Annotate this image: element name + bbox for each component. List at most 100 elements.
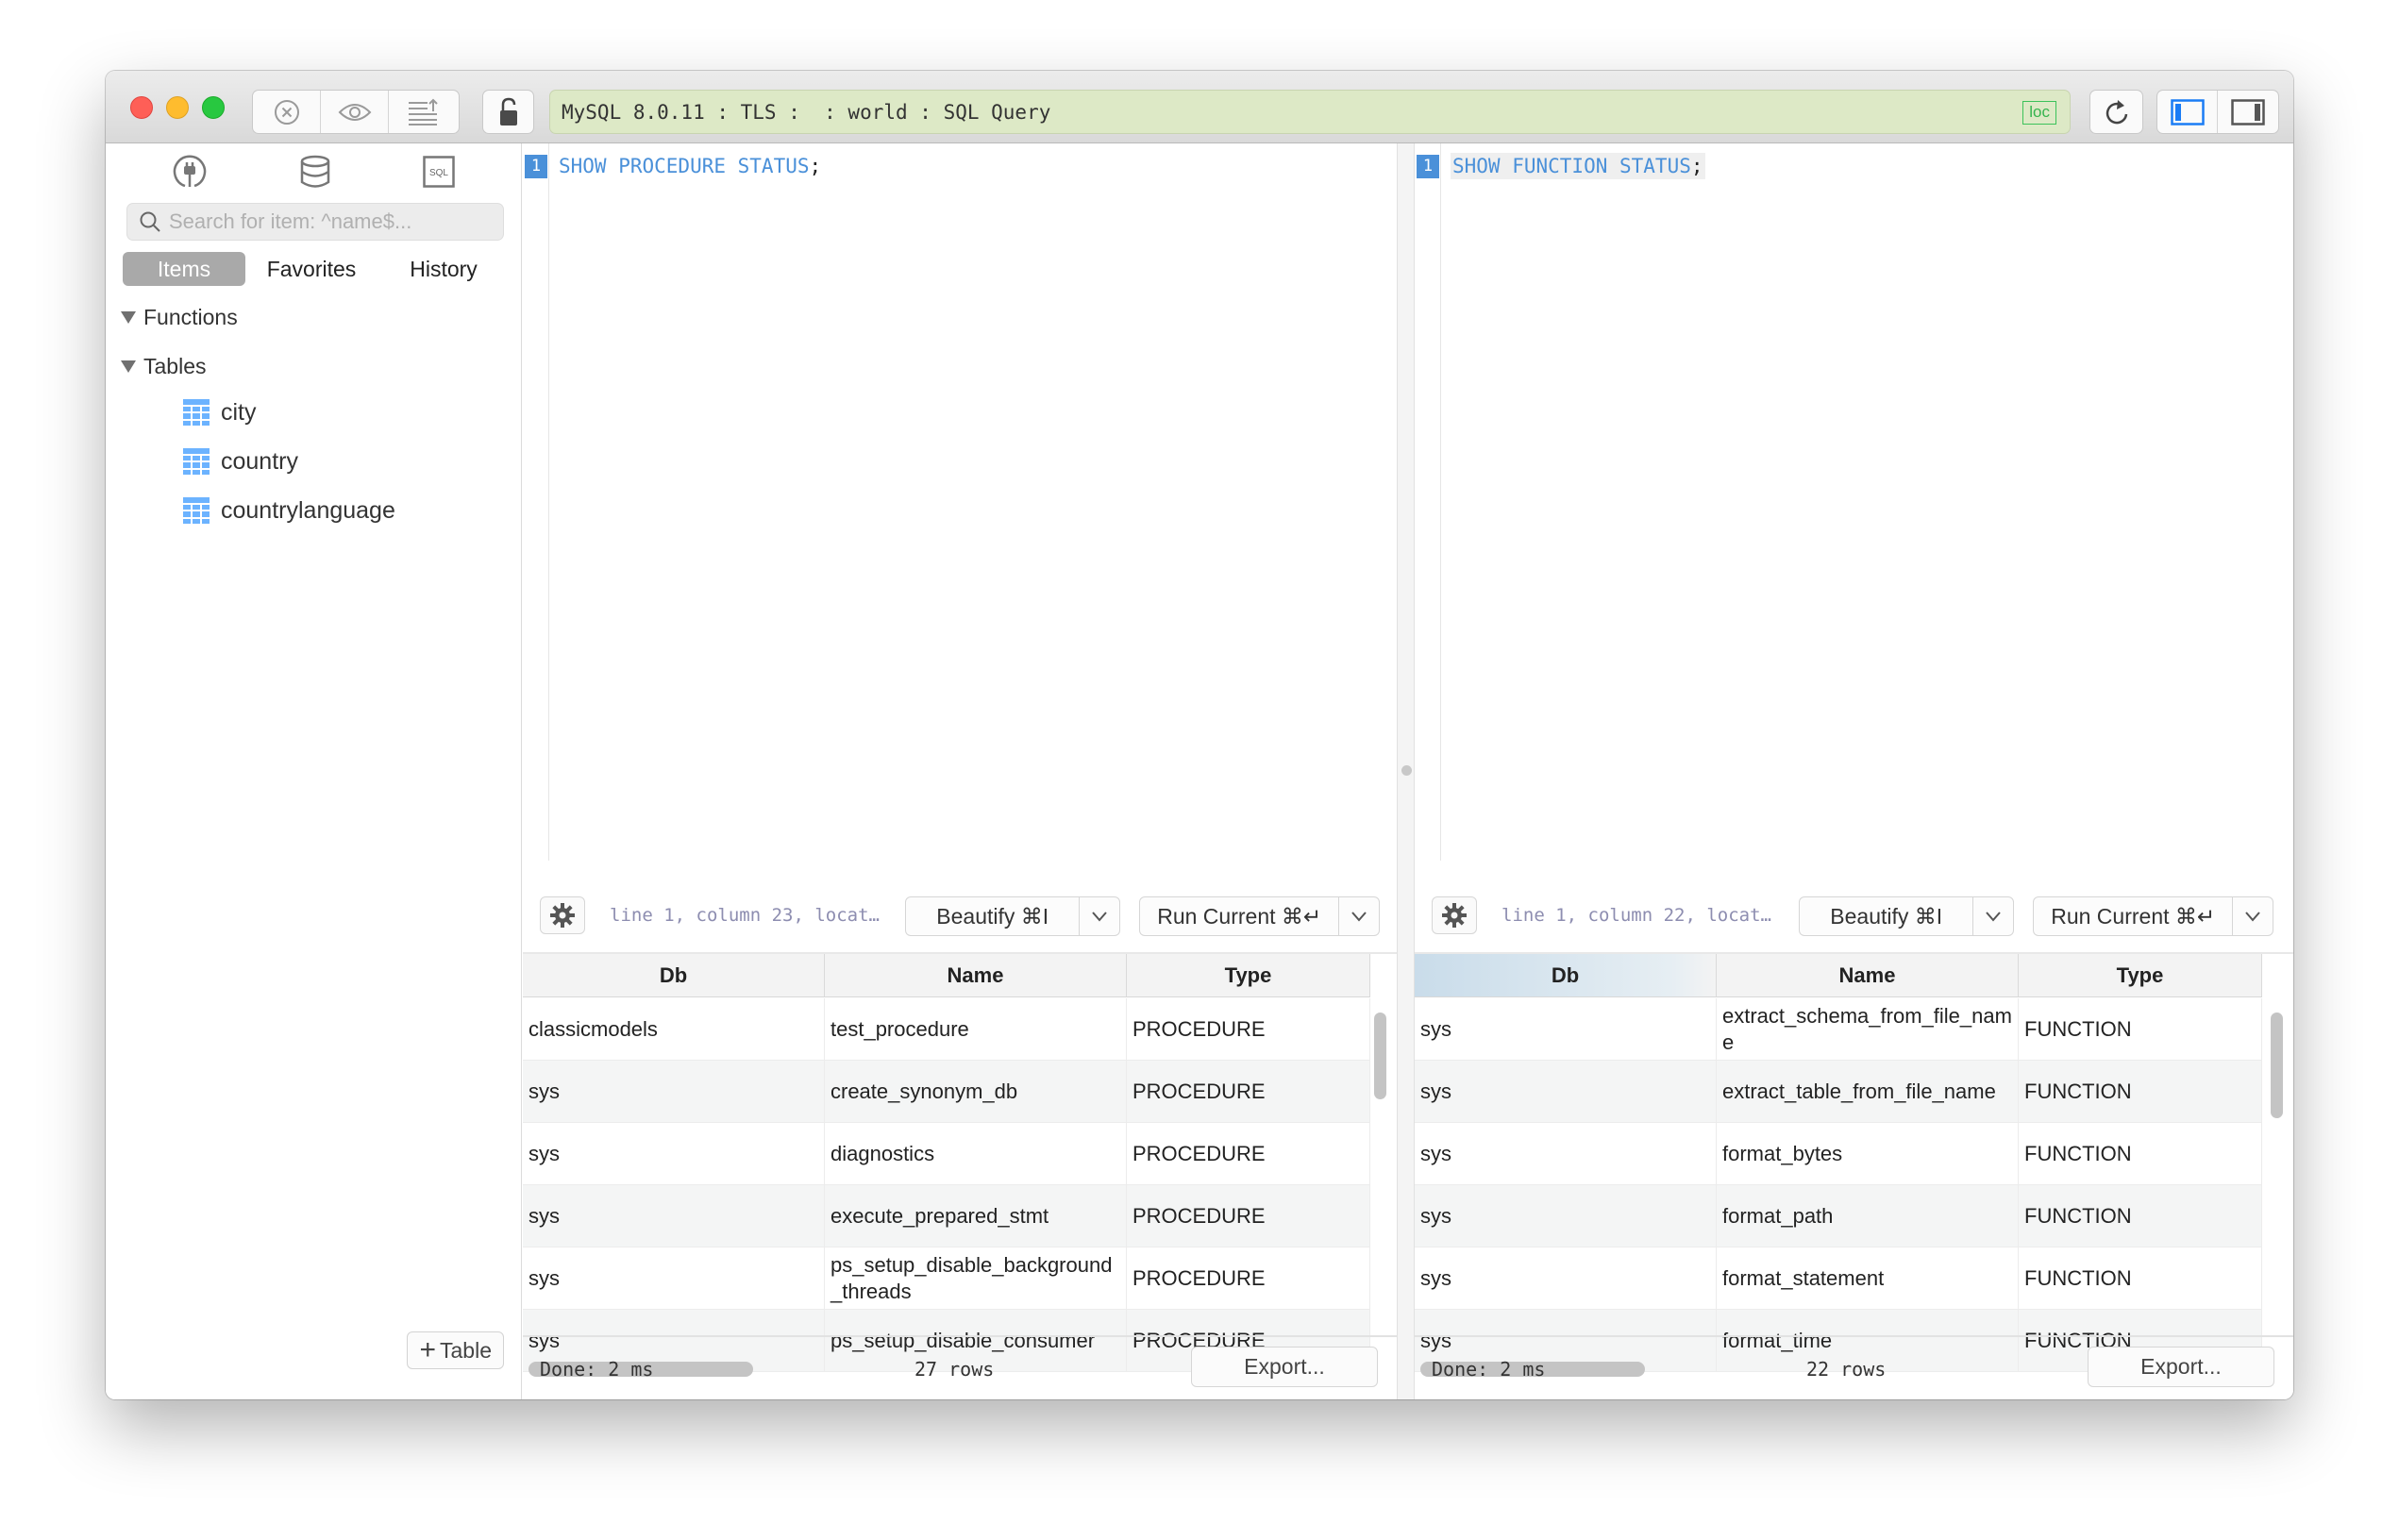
cell-name[interactable]: diagnostics (825, 1123, 1127, 1184)
pane-splitter[interactable] (1397, 143, 1415, 1399)
table-item-countrylanguage[interactable]: countrylanguage (183, 494, 395, 527)
cell-name[interactable]: execute_prepared_stmt (825, 1185, 1127, 1247)
cell-type[interactable]: FUNCTION (2019, 1247, 2262, 1309)
table-row[interactable]: sys extract_schema_from_file_name FUNCTION (1415, 998, 2262, 1061)
run-current-button[interactable]: Run Current ⌘↵ (1140, 897, 1340, 935)
run-dropdown[interactable] (1339, 897, 1379, 935)
table-row[interactable]: sys format_bytes FUNCTION (1415, 1123, 2262, 1185)
sql-code[interactable]: SHOW FUNCTION STATUS; (1451, 153, 1705, 179)
cell-name[interactable]: format_bytes (1717, 1123, 2019, 1184)
maximize-window-button[interactable] (202, 96, 225, 119)
cell-db[interactable]: sys (1415, 1247, 1717, 1309)
sql-code[interactable]: SHOW PROCEDURE STATUS; (559, 153, 821, 179)
splitter-handle[interactable] (1401, 765, 1412, 776)
tab-items[interactable]: Items (123, 252, 245, 286)
beautify-button[interactable]: Beautify ⌘I (1800, 897, 1974, 935)
cell-db[interactable]: sys (1415, 1123, 1717, 1184)
cell-db[interactable]: sys (523, 1061, 825, 1122)
close-window-button[interactable] (130, 96, 153, 119)
table-row[interactable]: classicmodels test_procedure PROCEDURE (523, 998, 1370, 1061)
tab-history[interactable]: History (377, 252, 510, 286)
database-button[interactable] (296, 153, 334, 191)
disclosure-triangle-icon (121, 360, 136, 373)
vertical-scrollbar[interactable] (2271, 1013, 2283, 1118)
tree-section-tables[interactable]: Tables (121, 354, 206, 379)
editor-settings-button[interactable] (1432, 896, 1477, 934)
cell-name[interactable]: extract_table_from_file_name (1717, 1061, 2019, 1122)
table-row[interactable]: sys format_path FUNCTION (1415, 1185, 2262, 1247)
cell-db[interactable]: sys (523, 1185, 825, 1247)
cell-db[interactable]: classicmodels (523, 998, 825, 1060)
cell-name[interactable]: format_path (1717, 1185, 2019, 1247)
cell-name[interactable]: extract_schema_from_file_name (1717, 998, 2019, 1060)
run-current-button[interactable]: Run Current ⌘↵ (2034, 897, 2234, 935)
minimize-window-button[interactable] (166, 96, 189, 119)
table-row[interactable]: sys execute_prepared_stmt PROCEDURE (523, 1185, 1370, 1247)
table-row[interactable]: sys extract_table_from_file_name FUNCTION (1415, 1061, 2262, 1123)
preview-button[interactable] (321, 91, 389, 133)
export-button[interactable]: Export... (2088, 1347, 2274, 1387)
connection-button[interactable] (171, 153, 209, 191)
search-icon (140, 211, 160, 232)
cell-type[interactable]: FUNCTION (2019, 1185, 2262, 1247)
cell-name[interactable]: test_procedure (825, 998, 1127, 1060)
cell-type[interactable]: PROCEDURE (1127, 1185, 1370, 1247)
editor-settings-button[interactable] (540, 896, 585, 934)
toggle-right-panel-button[interactable] (2218, 91, 2278, 133)
cell-name[interactable]: ps_setup_disable_background_threads (825, 1247, 1127, 1309)
text-align-upload-icon (409, 98, 438, 126)
column-header-db[interactable]: Db (1415, 954, 1717, 996)
cell-type[interactable]: PROCEDURE (1127, 1247, 1370, 1309)
column-header-type[interactable]: Type (1127, 954, 1370, 996)
cell-db[interactable]: sys (1415, 1061, 1717, 1122)
cell-name[interactable]: create_synonym_db (825, 1061, 1127, 1122)
lock-button[interactable] (483, 91, 533, 133)
search-input[interactable] (169, 209, 490, 234)
sql-editor-right[interactable]: 1 SHOW FUNCTION STATUS; (1415, 143, 2293, 861)
cell-type[interactable]: PROCEDURE (1127, 1061, 1370, 1122)
unlocked-padlock-icon (499, 97, 517, 126)
grid-body: sys extract_schema_from_file_name FUNCTION… (1415, 998, 2262, 1372)
column-header-type[interactable]: Type (2019, 954, 2262, 996)
cell-db[interactable]: sys (523, 1123, 825, 1184)
sql-editor-left[interactable]: 1 SHOW PROCEDURE STATUS; (523, 143, 1397, 861)
column-header-name[interactable]: Name (1717, 954, 2019, 996)
format-button[interactable] (389, 91, 457, 133)
sql-editor-button[interactable]: SQL (420, 153, 458, 191)
cell-type[interactable]: PROCEDURE (1127, 1123, 1370, 1184)
table-row[interactable]: sys ps_setup_disable_background_threads PR… (523, 1247, 1370, 1310)
cell-type[interactable]: FUNCTION (2019, 998, 2262, 1060)
column-header-db[interactable]: Db (523, 954, 825, 996)
add-table-button[interactable]: + Table (407, 1331, 504, 1369)
cell-type[interactable]: PROCEDURE (1127, 998, 1370, 1060)
cell-type[interactable]: FUNCTION (2019, 1123, 2262, 1184)
vertical-scrollbar[interactable] (1374, 1013, 1386, 1099)
grid-header: Db Name Type (523, 954, 1370, 997)
beautify-dropdown[interactable] (1080, 897, 1119, 935)
cell-db[interactable]: sys (1415, 998, 1717, 1060)
sql-file-icon: SQL (423, 156, 455, 188)
beautify-button[interactable]: Beautify ⌘I (906, 897, 1081, 935)
toggle-left-panel-button[interactable] (2157, 91, 2218, 133)
table-row[interactable]: sys diagnostics PROCEDURE (523, 1123, 1370, 1185)
cell-db[interactable]: sys (523, 1247, 825, 1309)
beautify-button-group: Beautify ⌘I (905, 896, 1120, 936)
tree-section-functions[interactable]: Functions (121, 305, 238, 330)
column-header-name[interactable]: Name (825, 954, 1127, 996)
stop-button[interactable] (253, 91, 321, 133)
cell-name[interactable]: format_statement (1717, 1247, 2019, 1309)
cell-type[interactable]: FUNCTION (2019, 1061, 2262, 1122)
table-item-city[interactable]: city (183, 395, 257, 429)
sidebar-tabs: Items Favorites History (123, 252, 510, 286)
run-dropdown[interactable] (2233, 897, 2273, 935)
table-row[interactable]: sys create_synonym_db PROCEDURE (523, 1061, 1370, 1123)
cell-db[interactable]: sys (1415, 1185, 1717, 1247)
refresh-button[interactable] (2090, 91, 2142, 133)
table-row[interactable]: sys format_statement FUNCTION (1415, 1247, 2262, 1310)
table-name: city (221, 398, 257, 426)
table-item-country[interactable]: country (183, 444, 298, 478)
beautify-dropdown[interactable] (1973, 897, 2013, 935)
tab-favorites[interactable]: Favorites (245, 252, 377, 286)
app-window: MySQL 8.0.11 : TLS : : world : SQL Query… (106, 71, 2293, 1399)
export-button[interactable]: Export... (1191, 1347, 1378, 1387)
